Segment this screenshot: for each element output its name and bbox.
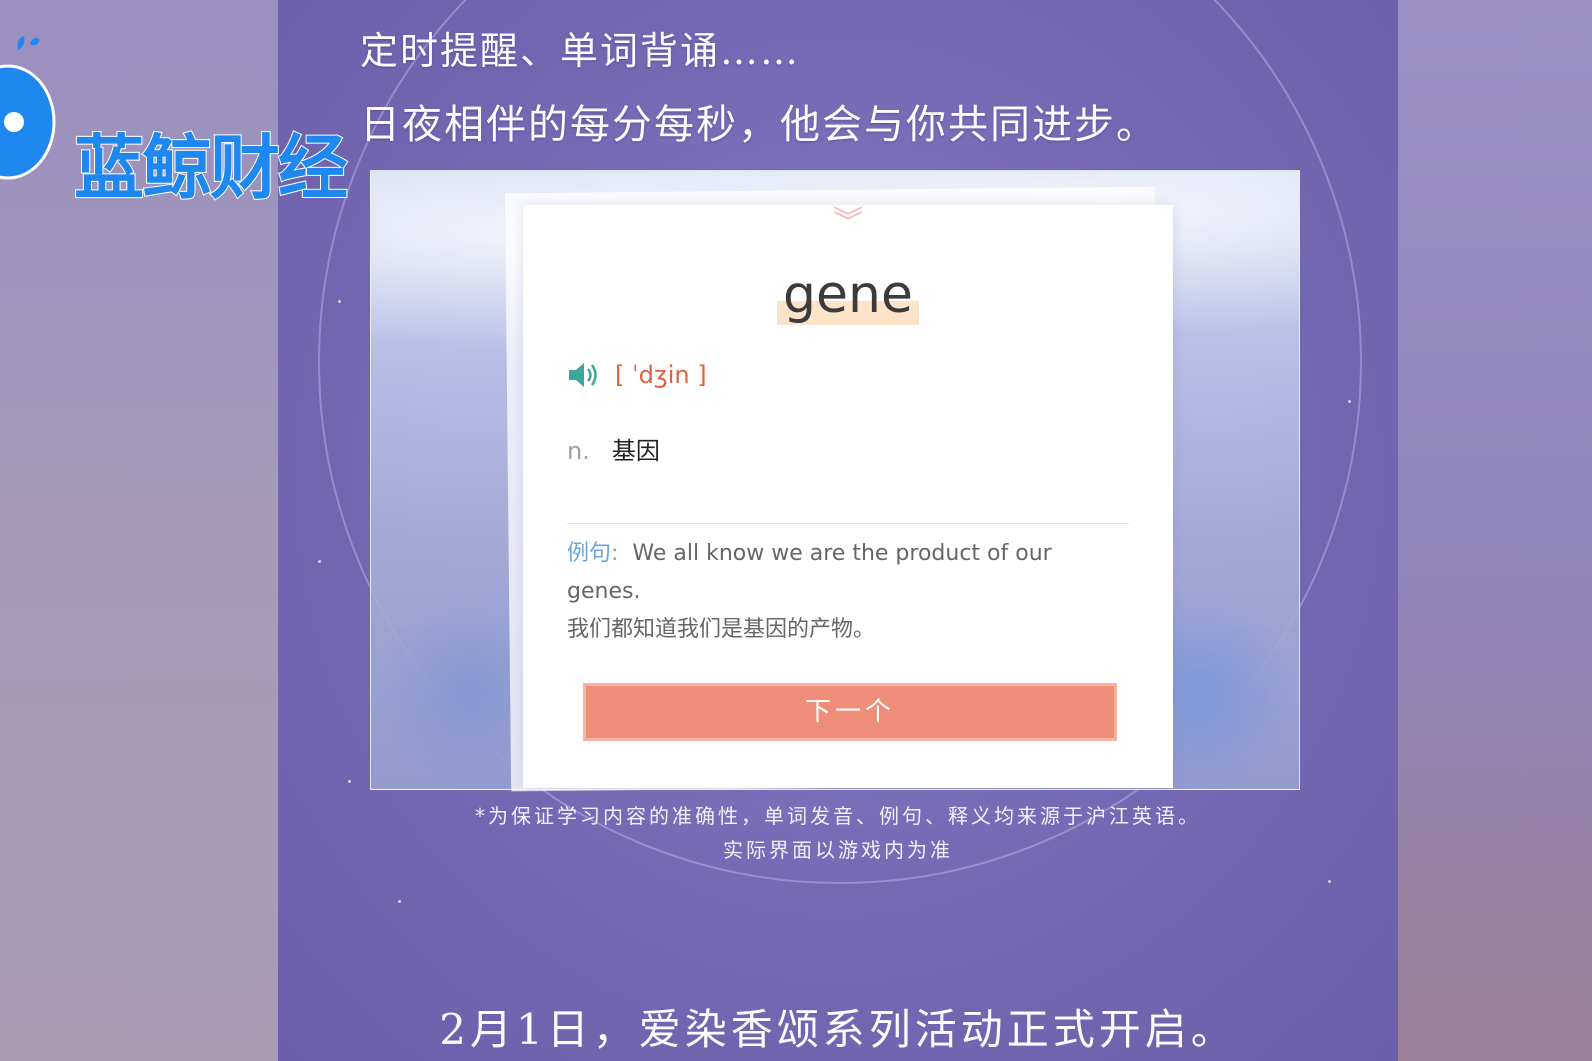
next-button[interactable]: 下一个 (583, 683, 1117, 741)
pronunciation-text: [ ˈdʒin ] (615, 361, 707, 389)
example-chinese: 我们都知道我们是基因的产物。 (567, 617, 876, 642)
meaning-text: 基因 (611, 437, 660, 465)
whale-logo-icon (0, 36, 56, 180)
star-decoration (398, 900, 401, 903)
star-decoration (318, 560, 321, 563)
part-of-speech: n. (567, 437, 590, 465)
star-decoration (1348, 400, 1351, 403)
example-english: We all know we are the product of our ge… (567, 541, 1052, 604)
headline-line2: 日夜相伴的每分每秒，他会与你共同进步。 (360, 102, 1158, 148)
event-announcement: 2月1日，爱染香颂系列活动正式开启。 (439, 1005, 1237, 1054)
chevron-down-icon: ︾ (833, 205, 863, 240)
example-block: 例句: We all know we are the product of our… (567, 535, 1127, 649)
word-card: ︾ gene [ ˈdʒin ] n. 基因 例句: We all know we … (523, 205, 1173, 788)
right-background (1398, 0, 1592, 1061)
vocab-word-text: gene (777, 265, 919, 325)
divider (567, 523, 1129, 524)
disclaimer-line2: 实际界面以游戏内为准 (723, 838, 953, 862)
speaker-icon[interactable] (567, 360, 601, 390)
disclaimer-line1: *为保证学习内容的准确性，单词发音、例句、释义均来源于沪江英语。 (475, 804, 1201, 828)
star-decoration (348, 780, 351, 783)
watermark-text: 蓝鲸财经 (73, 126, 349, 210)
headline-line1: 定时提醒、单词背诵…… (360, 29, 801, 73)
vocab-word: gene (523, 265, 1173, 325)
star-decoration (338, 300, 341, 303)
definition: n. 基因 (567, 431, 660, 466)
pronunciation-row: [ ˈdʒin ] (567, 360, 707, 390)
example-label: 例句: (567, 541, 619, 566)
poster: 定时提醒、单词背诵…… 日夜相伴的每分每秒，他会与你共同进步。 ︾ gene [… (278, 0, 1398, 1061)
watermark: 蓝鲸财经 (0, 30, 360, 210)
star-decoration (1328, 880, 1331, 883)
